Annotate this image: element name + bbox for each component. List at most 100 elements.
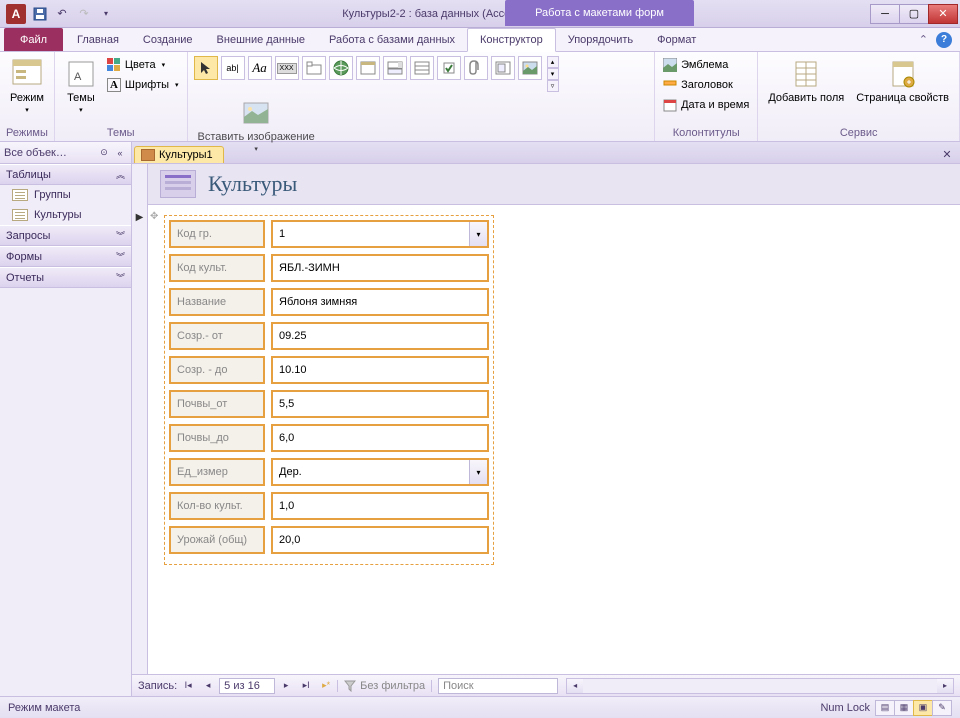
tab-create[interactable]: Создание	[131, 28, 205, 51]
undo-icon[interactable]: ↶	[52, 4, 72, 24]
maximize-button[interactable]: ▢	[899, 4, 929, 24]
property-sheet-button[interactable]: Страница свойств	[852, 56, 953, 106]
insert-image-button[interactable]: Вставить изображение ▾	[194, 95, 319, 155]
tab-format[interactable]: Формат	[645, 28, 708, 51]
field-combobox[interactable]: 1▾	[271, 220, 489, 248]
file-tab[interactable]: Файл	[4, 28, 63, 51]
field-textbox[interactable]: 20,0	[271, 526, 489, 554]
horizontal-scrollbar[interactable]: ◂ ▸	[566, 678, 954, 694]
field-label[interactable]: Код гр.	[169, 220, 265, 248]
window-title: Культуры2-2 : база данных (Access 2007) …	[116, 8, 871, 20]
next-record-button[interactable]: ▸	[277, 678, 295, 694]
tab-constructor[interactable]: Конструктор	[467, 28, 556, 52]
layout-view-icon	[11, 58, 43, 90]
ribbon-group-label: Темы	[61, 125, 181, 139]
redo-icon[interactable]: ↷	[74, 4, 94, 24]
datetime-button[interactable]: Дата и время	[661, 96, 751, 114]
first-record-button[interactable]: I◂	[179, 678, 197, 694]
field-label[interactable]: Созр. - до	[169, 356, 265, 384]
themes-button[interactable]: A Темы ▾	[61, 56, 101, 116]
nav-dropdown-icon[interactable]: ⊙	[97, 146, 111, 160]
form-logo-icon[interactable]	[160, 170, 196, 198]
filter-indicator[interactable]: Без фильтра	[337, 680, 432, 692]
search-input[interactable]: Поиск	[438, 678, 558, 694]
nav-group-forms[interactable]: Формы︾	[0, 246, 131, 267]
minimize-button[interactable]: ─	[870, 4, 900, 24]
control-textbox[interactable]: ab|	[221, 56, 245, 80]
design-view-button[interactable]: ✎	[932, 700, 952, 716]
field-textbox[interactable]: 5,5	[271, 390, 489, 418]
nav-group-reports[interactable]: Отчеты︾	[0, 267, 131, 288]
fonts-button[interactable]: A Шрифты▾	[105, 76, 181, 94]
field-label[interactable]: Созр.- от	[169, 322, 265, 350]
field-textbox[interactable]: 6,0	[271, 424, 489, 452]
control-select-tool[interactable]	[194, 56, 218, 80]
control-attachment[interactable]	[464, 56, 488, 80]
save-icon[interactable]	[30, 4, 50, 24]
control-subform[interactable]	[491, 56, 515, 80]
field-textbox[interactable]: 1,0	[271, 492, 489, 520]
layout-view-button[interactable]: ▣	[913, 700, 933, 716]
nav-collapse-icon[interactable]: «	[113, 146, 127, 160]
qat-dropdown-icon[interactable]: ▾	[96, 4, 116, 24]
control-navigation[interactable]	[356, 56, 380, 80]
scroll-left-icon[interactable]: ◂	[567, 679, 583, 693]
view-mode-button[interactable]: Режим ▾	[6, 56, 48, 116]
nav-group-queries[interactable]: Запросы︾	[0, 225, 131, 246]
layout-move-handle-icon[interactable]: ✥	[150, 211, 162, 223]
layout-selection[interactable]: Код гр.1▾Код культ.ЯБЛ.-ЗИМННазваниеЯбло…	[164, 215, 494, 565]
datasheet-view-button[interactable]: ▦	[894, 700, 914, 716]
help-icon[interactable]: ?	[936, 32, 952, 48]
last-record-button[interactable]: ▸I	[297, 678, 315, 694]
document-close-icon[interactable]: ✕	[938, 145, 956, 163]
control-button[interactable]: XXX	[275, 56, 299, 80]
form-row: Почвы_от5,5	[169, 390, 489, 418]
record-position[interactable]: 5 из 16	[219, 678, 275, 694]
title-button[interactable]: Заголовок	[661, 76, 751, 94]
field-textbox[interactable]: Яблоня зимняя	[271, 288, 489, 316]
scroll-right-icon[interactable]: ▸	[937, 679, 953, 693]
nav-pane-header[interactable]: Все объек… ⊙«	[0, 142, 131, 164]
close-button[interactable]: ✕	[928, 4, 958, 24]
add-fields-button[interactable]: Добавить поля	[764, 56, 848, 106]
nav-item-table[interactable]: Культуры	[0, 205, 131, 225]
tab-external-data[interactable]: Внешние данные	[205, 28, 317, 51]
form-view-button[interactable]: ▤	[875, 700, 895, 716]
control-checkbox[interactable]	[437, 56, 461, 80]
ribbon-group-label: Режимы	[6, 125, 48, 139]
control-image[interactable]	[518, 56, 542, 80]
colors-button[interactable]: Цвета▾	[105, 56, 181, 74]
control-combobox[interactable]	[383, 56, 407, 80]
logo-button[interactable]: Эмблема	[661, 56, 751, 74]
field-label[interactable]: Урожай (общ)	[169, 526, 265, 554]
tab-arrange[interactable]: Упорядочить	[556, 28, 645, 51]
gallery-up-icon[interactable]: ▴	[547, 56, 559, 68]
control-listbox[interactable]	[410, 56, 434, 80]
dropdown-icon[interactable]: ▾	[469, 460, 487, 484]
gallery-more-icon[interactable]: ▿	[547, 80, 559, 92]
field-label[interactable]: Ед_измер	[169, 458, 265, 486]
control-tab[interactable]	[302, 56, 326, 80]
nav-group-tables[interactable]: Таблицы︽	[0, 164, 131, 185]
form-title[interactable]: Культуры	[208, 171, 297, 197]
control-hyperlink[interactable]	[329, 56, 353, 80]
tab-home[interactable]: Главная	[65, 28, 131, 51]
control-label[interactable]: Aa	[248, 56, 272, 80]
new-record-button[interactable]: ▸*	[317, 678, 335, 694]
dropdown-icon[interactable]: ▾	[469, 222, 487, 246]
field-label[interactable]: Почвы_от	[169, 390, 265, 418]
field-textbox[interactable]: ЯБЛ.-ЗИМН	[271, 254, 489, 282]
gallery-down-icon[interactable]: ▾	[547, 68, 559, 80]
field-label[interactable]: Почвы_до	[169, 424, 265, 452]
field-label[interactable]: Кол-во культ.	[169, 492, 265, 520]
nav-item-table[interactable]: Группы	[0, 185, 131, 205]
tab-database-tools[interactable]: Работа с базами данных	[317, 28, 467, 51]
record-selector[interactable]: ▶	[132, 164, 148, 674]
field-label[interactable]: Код культ.	[169, 254, 265, 282]
field-textbox[interactable]: 09.25	[271, 322, 489, 350]
field-label[interactable]: Название	[169, 288, 265, 316]
field-combobox[interactable]: Дер.▾	[271, 458, 489, 486]
ribbon-minimize-icon[interactable]: ⌃	[919, 33, 928, 46]
field-textbox[interactable]: 10.10	[271, 356, 489, 384]
prev-record-button[interactable]: ◂	[199, 678, 217, 694]
